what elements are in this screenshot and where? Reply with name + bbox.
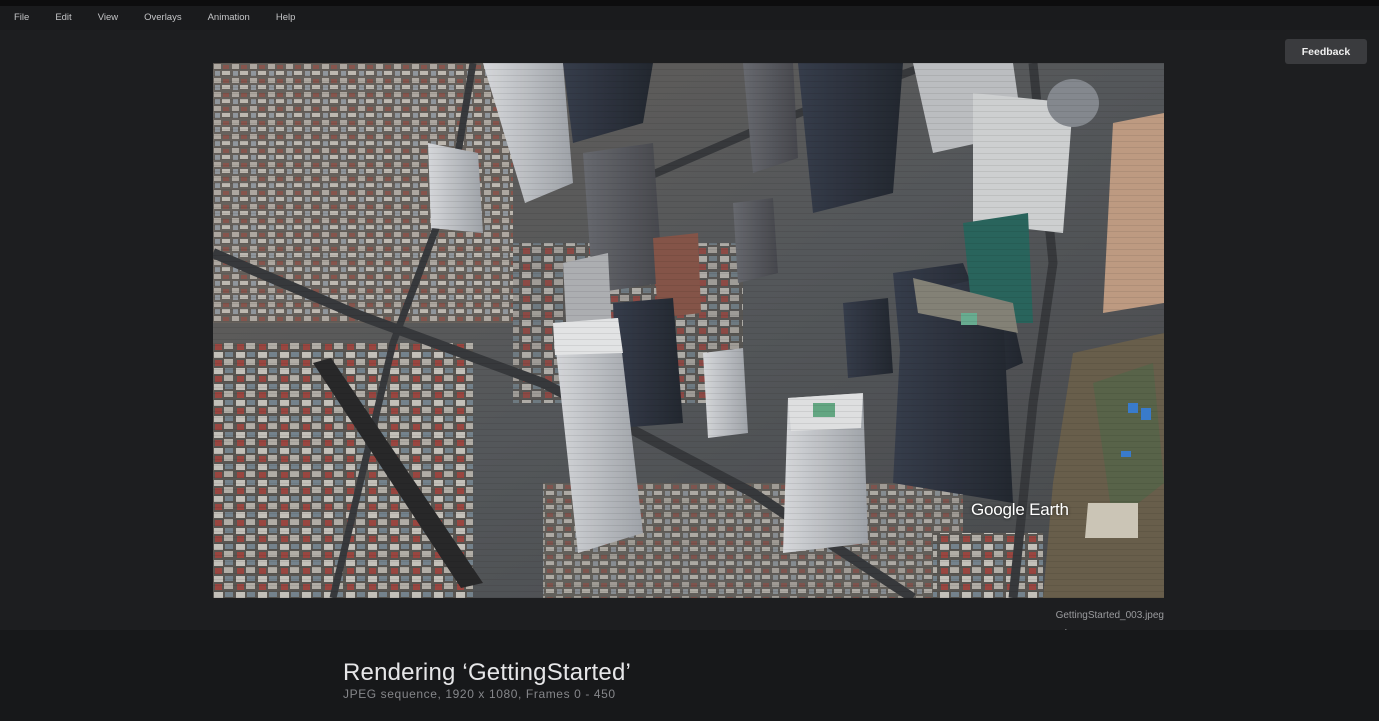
menu-help[interactable]: Help xyxy=(262,6,308,30)
render-status-title: Rendering ‘GettingStarted’ xyxy=(343,659,632,686)
render-status-details: JPEG sequence, 1920 x 1080, Frames 0 - 4… xyxy=(343,687,616,701)
menu-file[interactable]: File xyxy=(0,6,41,30)
current-frame-filename: GettingStarted_003.jpeg xyxy=(1055,610,1164,621)
menu-animation[interactable]: Animation xyxy=(194,6,262,30)
menu-view[interactable]: View xyxy=(84,6,130,30)
google-earth-watermark: Google Earth xyxy=(971,500,1069,519)
menu-edit[interactable]: Edit xyxy=(41,6,83,30)
feedback-button[interactable]: Feedback xyxy=(1285,39,1367,64)
render-status-footer xyxy=(0,630,1379,721)
render-preview-image: Google Earth xyxy=(213,63,1164,598)
menu-bar: File Edit View Overlays Animation Help xyxy=(0,6,1379,30)
menu-overlays[interactable]: Overlays xyxy=(130,6,193,30)
